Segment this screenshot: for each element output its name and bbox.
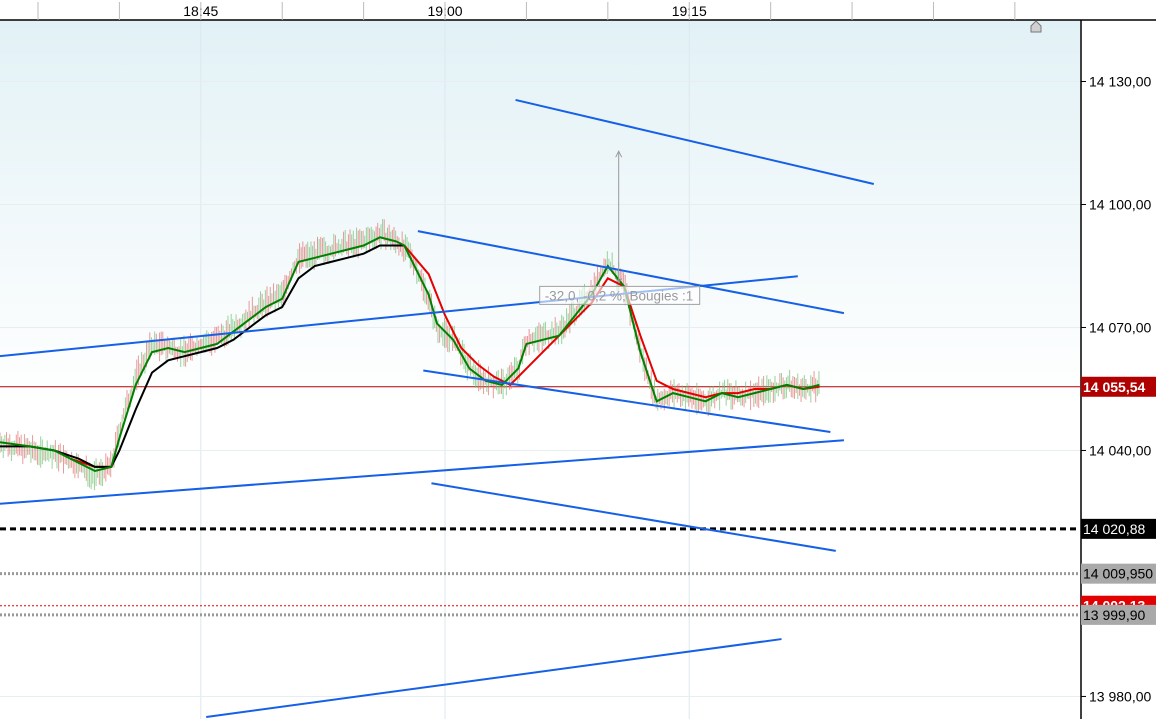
price-chart[interactable]: -32,0, -0,2 %, Bougies :1 18:45 19:00 19:1… [0,0,1156,719]
price-tick-label: 14 130,00 [1089,73,1151,89]
measure-label: -32,0, -0,2 %, Bougies :1 [545,288,694,303]
price-badge-label: 14 055,54 [1083,379,1145,395]
chart-svg[interactable]: -32,0, -0,2 %, Bougies :1 18:45 19:00 19:1… [0,0,1156,719]
price-badge-label: 13 999,90 [1083,607,1145,623]
price-tick-label: 14 070,00 [1089,319,1151,335]
time-axis-background [0,0,1156,20]
price-badge-label: 14 009,950 [1083,566,1153,582]
price-tick-label: 13 980,00 [1089,688,1151,704]
price-tick-label: 14 100,00 [1089,196,1151,212]
price-badge-label: 14 020,88 [1083,521,1145,537]
price-tick-label: 14 040,00 [1089,442,1151,458]
